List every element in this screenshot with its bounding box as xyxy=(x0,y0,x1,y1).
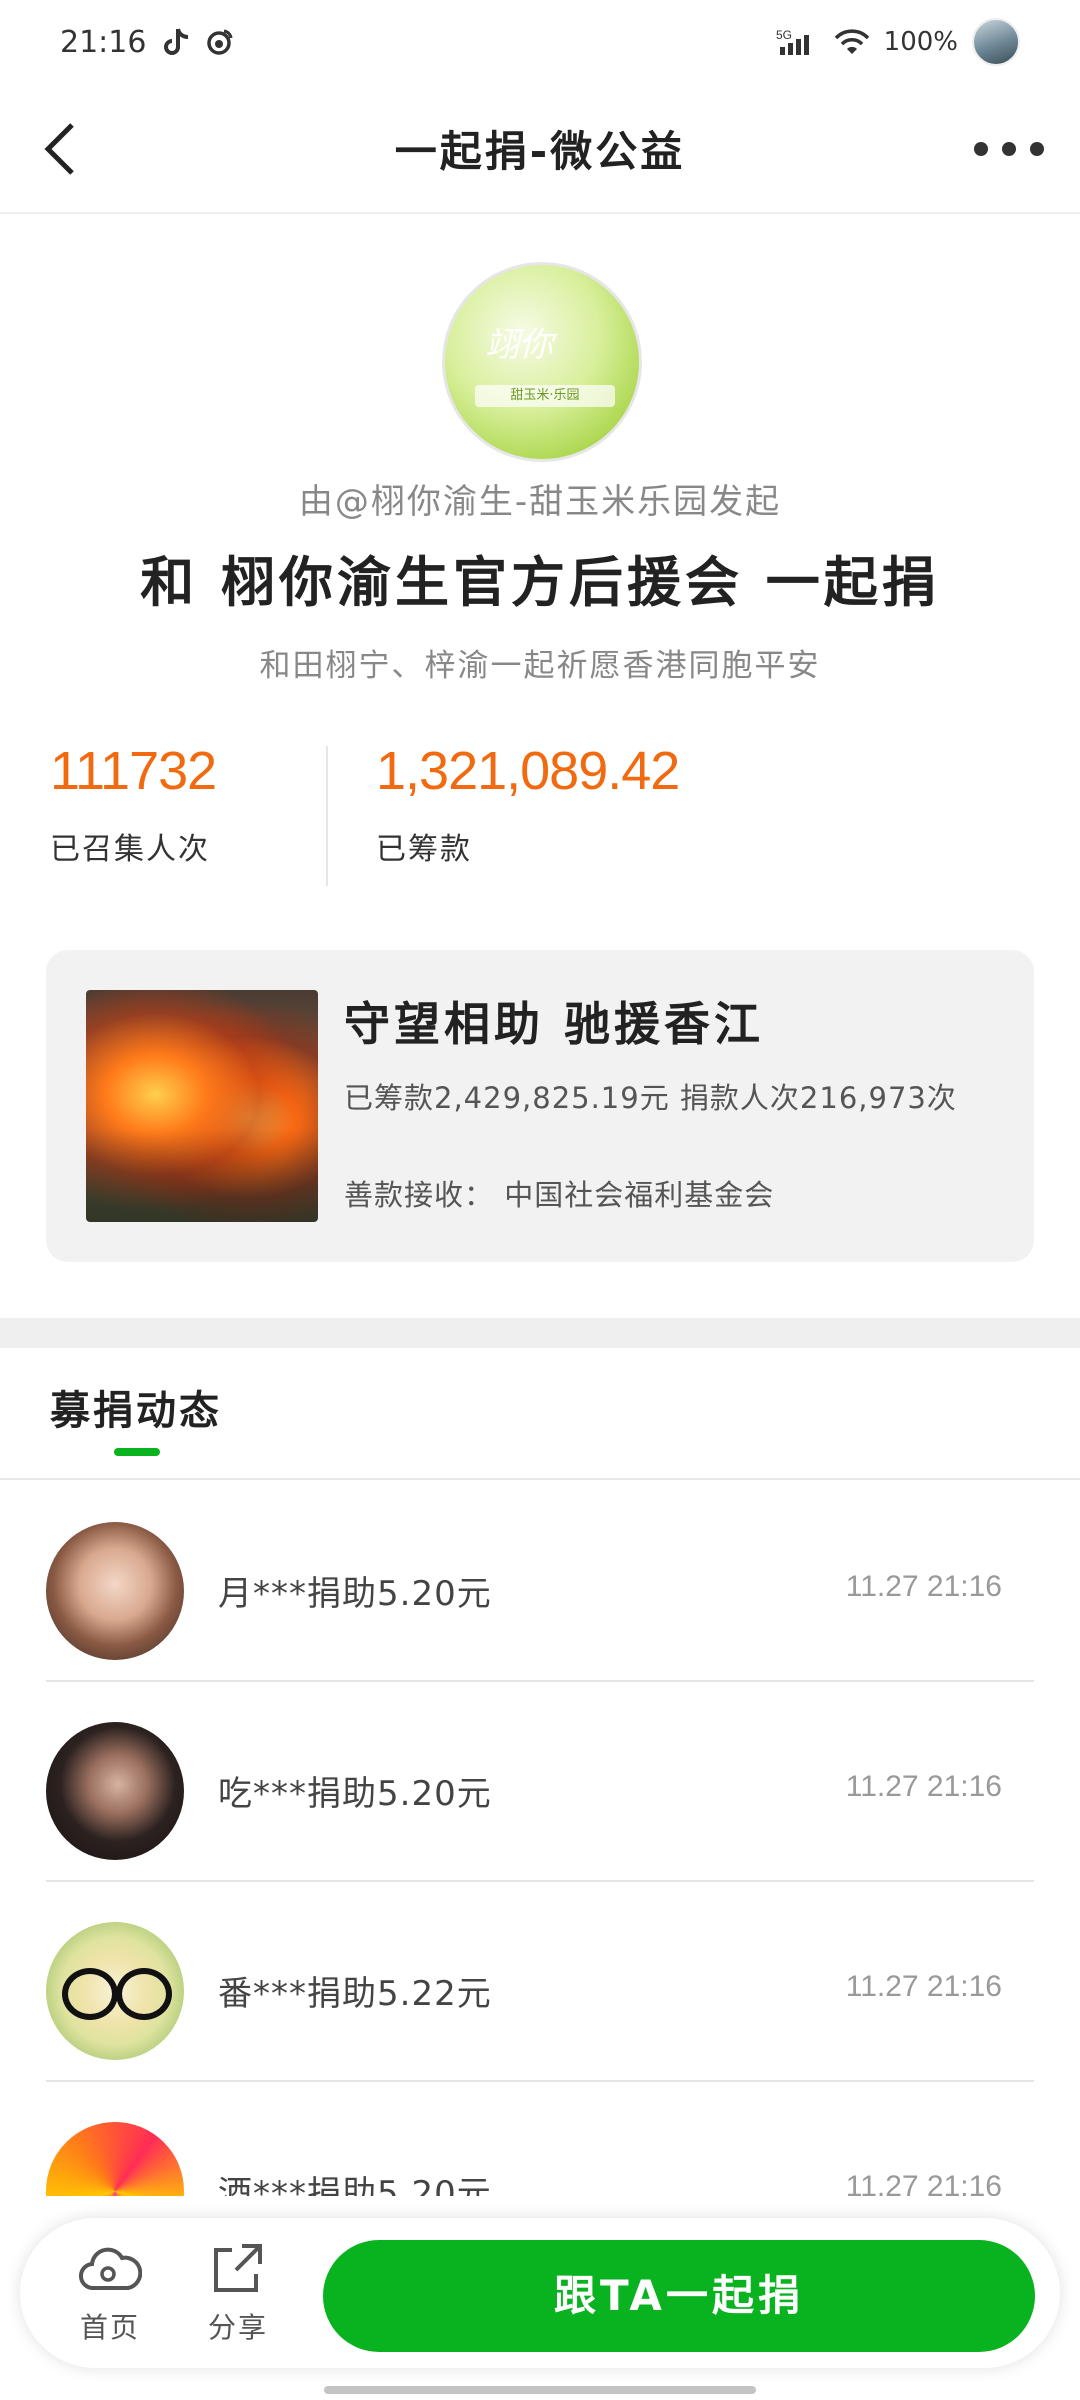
home-label: 首页 xyxy=(79,2311,140,2344)
page-title: 一起捐-微公益 xyxy=(394,126,686,176)
status-bar: 21:16 5G 100% xyxy=(0,0,1080,84)
group-title: 和 栩你渝生官方后援会 一起捐 xyxy=(140,551,940,614)
status-right: 5G 100% xyxy=(776,18,1020,66)
more-button[interactable] xyxy=(974,124,1044,174)
bottom-action-bar: 首页 分享 跟TA一起捐 xyxy=(20,2218,1060,2368)
svg-text:5G: 5G xyxy=(776,28,792,42)
amount-label: 已筹款 xyxy=(376,832,472,867)
donation-list[interactable]: 月***捐助5.20元 11.27 21:16 吃***捐助5.20元 11.2… xyxy=(0,1482,1080,2196)
list-item: 月***捐助5.20元 11.27 21:16 xyxy=(0,1482,1080,1682)
avatar xyxy=(46,2122,184,2196)
nav-bar: 一起捐-微公益 xyxy=(0,84,1080,214)
project-receiver: 善款接收： 中国社会福利基金会 xyxy=(344,1178,775,1212)
project-image xyxy=(86,990,318,1222)
stats-divider xyxy=(326,746,328,886)
team-logo[interactable]: 翊你 甜玉米·乐园 xyxy=(442,262,642,462)
group-subtitle: 和田栩宁、梓渝一起祈愿香港同胞平安 xyxy=(259,648,821,684)
project-stats: 已筹款2,429,825.19元 捐款人次216,973次 xyxy=(344,1081,957,1115)
chevron-left-icon xyxy=(44,123,74,175)
status-avatar xyxy=(972,18,1020,66)
share-icon xyxy=(214,2244,262,2292)
donation-text: 番***捐助5.22元 xyxy=(218,1974,492,2014)
more-dots-icon xyxy=(974,142,988,156)
donation-text: 酒***捐助5.20元 xyxy=(218,2174,492,2196)
wifi-icon xyxy=(834,29,869,54)
logo-subtext: 甜玉米·乐园 xyxy=(475,385,615,407)
tab-indicator xyxy=(114,1448,160,1456)
initiator-text[interactable]: 由@栩你渝生-甜玉米乐园发起 xyxy=(0,474,1080,523)
tiktok-icon xyxy=(164,28,189,55)
amount-value: 1,321,089.42 xyxy=(376,741,680,801)
home-indicator[interactable] xyxy=(324,2386,756,2394)
project-title: 守望相助 驰援香江 xyxy=(344,997,765,1051)
participants-value: 111732 xyxy=(50,741,217,801)
home-cloud-icon xyxy=(79,2247,142,2291)
section-separator xyxy=(0,1318,1080,1348)
avatar xyxy=(46,1922,184,2060)
tab-bar: 募捐动态 xyxy=(0,1348,1080,1480)
stats-panel: 111732 已召集人次 1,321,089.42 已筹款 xyxy=(0,740,1080,890)
stat-participants: 111732 已召集人次 xyxy=(50,740,217,868)
share-button[interactable]: 分享 xyxy=(198,2240,278,2350)
list-item: 酒***捐助5.20元 11.27 21:16 xyxy=(0,2082,1080,2196)
list-item: 吃***捐助5.20元 11.27 21:16 xyxy=(0,1682,1080,1882)
stat-amount: 1,321,089.42 已筹款 xyxy=(376,740,680,868)
share-label: 分享 xyxy=(207,2311,268,2344)
tab-donation-feed[interactable]: 募捐动态 xyxy=(50,1378,222,1436)
weibo-icon xyxy=(207,29,233,55)
avatar xyxy=(46,1722,184,1860)
back-button[interactable] xyxy=(30,119,90,179)
donation-time: 11.27 21:16 xyxy=(845,1770,1002,1803)
logo-text: 翊你 xyxy=(485,325,553,365)
participants-label: 已召集人次 xyxy=(50,832,210,867)
status-time: 21:16 xyxy=(60,24,147,60)
battery-level: 100% xyxy=(883,27,958,57)
donate-together-button[interactable]: 跟TA一起捐 xyxy=(323,2240,1035,2352)
donation-time: 11.27 21:16 xyxy=(845,2170,1002,2196)
list-item: 番***捐助5.22元 11.27 21:16 xyxy=(0,1882,1080,2082)
donation-text: 吃***捐助5.20元 xyxy=(218,1774,492,1814)
avatar xyxy=(46,1522,184,1660)
donation-time: 11.27 21:16 xyxy=(845,1570,1002,1603)
home-button[interactable]: 首页 xyxy=(70,2240,150,2350)
donation-text: 月***捐助5.20元 xyxy=(218,1574,492,1614)
status-app-icons xyxy=(164,27,234,57)
donation-time: 11.27 21:16 xyxy=(845,1970,1002,2003)
signal-5g-icon: 5G xyxy=(776,28,809,55)
project-card[interactable]: 守望相助 驰援香江 已筹款2,429,825.19元 捐款人次216,973次 … xyxy=(46,950,1034,1262)
